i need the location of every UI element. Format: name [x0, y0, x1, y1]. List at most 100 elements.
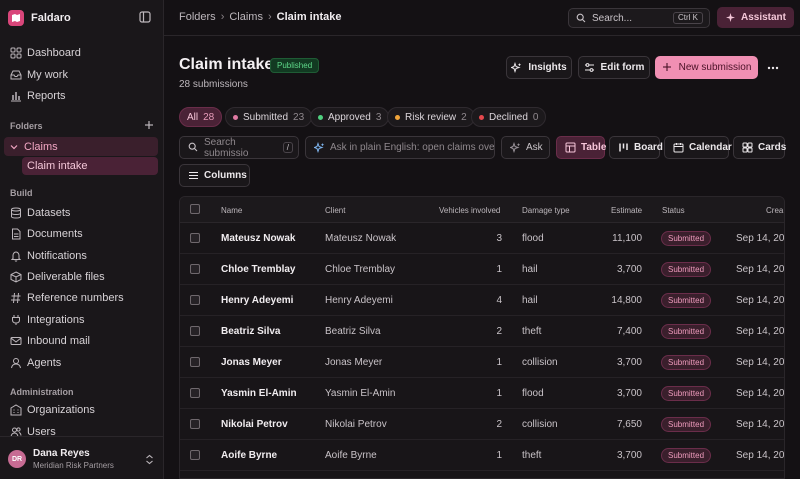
column-header-created[interactable]: Crea — [766, 206, 783, 215]
table-row[interactable]: Nikolai Petrov Nikolai Petrov 2 collision 7,… — [180, 409, 784, 440]
cell-name[interactable]: Henry Adeyemi — [221, 295, 293, 306]
row-checkbox[interactable] — [190, 233, 200, 243]
table-row[interactable]: Yasmin El-Amin Yasmin El-Amin 1 flood 3,700 S… — [180, 378, 785, 409]
column-header-vehicles[interactable]: Vehicles involved — [439, 206, 500, 215]
cell-name[interactable]: Nikolai Petrov — [221, 419, 288, 430]
status-tab-count: 0 — [532, 111, 539, 123]
view-board-button[interactable]: Board — [609, 136, 663, 159]
view-table-button[interactable]: Table — [556, 136, 606, 159]
status-badge: Submitted — [661, 293, 712, 308]
cell-name[interactable]: Yasmin El-Amin — [221, 388, 297, 399]
cell-name[interactable]: Jonas Meyer — [221, 357, 282, 368]
sidebar-item-my-work[interactable]: My work — [0, 65, 163, 85]
ask-input[interactable]: Ask in plain English: open claims over — [305, 136, 495, 159]
sidebar-item-label: Deliverable files — [27, 271, 105, 283]
table-row[interactable]: Beatriz Silva Beatriz Silva 2 theft 7,400 Sub… — [180, 316, 784, 347]
row-checkbox[interactable] — [190, 450, 200, 460]
add-folder-icon[interactable] — [144, 120, 154, 130]
sidebar-item-notifications[interactable]: Notifications — [0, 246, 163, 266]
status-tab-label: Risk review — [405, 111, 457, 123]
status-tab-label: Submitted — [243, 111, 289, 123]
user-menu[interactable]: DR Dana Reyes Meridian Risk Partners — [0, 436, 163, 479]
cell-created: Sep 14, 20 — [736, 388, 785, 399]
database-icon — [10, 207, 22, 219]
new-submission-button[interactable]: New submission — [655, 56, 758, 79]
select-all-checkbox[interactable] — [190, 204, 200, 214]
column-header-damage-type[interactable]: Damage type — [522, 206, 570, 215]
cell-estimate: 14,800 — [611, 295, 642, 306]
status-tab-risk-review[interactable]: Risk review 2 — [387, 107, 475, 127]
cell-created: Sep 14, 20 — [736, 450, 785, 461]
ask-placeholder: Ask in plain English: open claims over — [330, 142, 494, 153]
sidebar-item-reference-numbers[interactable]: Reference numbers — [0, 288, 163, 308]
cell-name[interactable]: Chloe Tremblay — [221, 264, 295, 275]
mail-icon — [10, 335, 22, 347]
folder-claims[interactable]: Claims — [4, 137, 158, 156]
view-cards-button[interactable]: Cards — [733, 136, 786, 159]
cell-vehicles: 1 — [496, 357, 502, 368]
sidebar-item-inbound-mail[interactable]: Inbound mail — [0, 331, 163, 351]
ask-button[interactable]: Ask — [501, 136, 550, 159]
column-header-status[interactable]: Status — [662, 206, 685, 215]
breadcrumb-claims[interactable]: Claims — [229, 11, 263, 23]
edit-form-button[interactable]: Edit form — [578, 56, 650, 79]
column-header-client[interactable]: Client — [325, 206, 345, 215]
folder-item-claim-intake[interactable]: Claim intake — [22, 157, 158, 175]
table-row[interactable]: Chloe Tremblay Chloe Tremblay 1 hail 3,700 Su… — [180, 254, 784, 285]
insights-button[interactable]: Insights — [506, 56, 572, 79]
sidebar-item-documents[interactable]: Documents — [0, 224, 163, 244]
status-badge: Submitted — [661, 324, 712, 339]
row-checkbox[interactable] — [190, 419, 200, 429]
status-badge: Submitted — [661, 386, 712, 401]
sidebar-item-deliverable-files[interactable]: Deliverable files — [0, 267, 163, 287]
sidebar-collapse-icon[interactable] — [139, 11, 153, 25]
brand[interactable]: Faldaro — [8, 8, 71, 28]
search-icon — [188, 142, 199, 153]
status-tab-submitted[interactable]: Submitted 23 — [225, 107, 313, 127]
submission-search-input[interactable]: Search submissio / — [179, 136, 299, 159]
status-tab-declined[interactable]: Declined 0 — [471, 107, 547, 127]
table-row[interactable]: Aoife Byrne Aoife Byrne 1 theft 3,700 Submitt… — [180, 440, 785, 471]
status-badge: Submitted — [661, 417, 712, 432]
table-row[interactable]: Mateusz Nowak Mateusz Nowak 3 flood 11,100 Su… — [180, 223, 784, 254]
breadcrumb-folders[interactable]: Folders — [179, 11, 216, 23]
status-tab-label: Approved — [328, 111, 371, 123]
cell-estimate: 11,100 — [612, 233, 642, 244]
status-tab-all[interactable]: All 28 — [179, 107, 223, 127]
sidebar-item-organizations[interactable]: Organizations — [0, 400, 163, 420]
status-tab-approved[interactable]: Approved 3 — [310, 107, 390, 127]
sidebar-item-label: Inbound mail — [27, 335, 90, 347]
table-row[interactable]: Henry Adeyemi Henry Adeyemi 4 hail 14,800 Sub… — [180, 285, 784, 316]
status-badge: Submitted — [661, 448, 712, 463]
row-checkbox[interactable] — [190, 357, 200, 367]
cell-client: Henry Adeyemi — [325, 295, 393, 306]
sidebar-item-reports[interactable]: Reports — [0, 86, 163, 106]
column-header-estimate[interactable]: Estimate — [611, 206, 642, 215]
status-tab-label: All — [187, 111, 199, 123]
sidebar-item-datasets[interactable]: Datasets — [0, 203, 163, 223]
cell-name[interactable]: Beatriz Silva — [221, 326, 280, 337]
row-checkbox[interactable] — [190, 264, 200, 274]
plus-icon — [662, 62, 673, 73]
column-header-name[interactable]: Name — [221, 206, 242, 215]
columns-button[interactable]: Columns — [179, 164, 250, 187]
more-options-icon[interactable] — [765, 60, 781, 76]
search-placeholder: Search... — [592, 12, 633, 24]
cell-name[interactable]: Mateusz Nowak — [221, 233, 295, 244]
table-row[interactable]: Jonas Meyer Jonas Meyer 1 collision 3,700 Sub… — [180, 347, 784, 378]
sidebar-item-label: Datasets — [27, 207, 71, 219]
submission-count: 28 submissions — [179, 79, 248, 90]
view-calendar-button[interactable]: Calendar — [664, 136, 732, 159]
view-label: Board — [634, 142, 663, 153]
assistant-button[interactable]: Assistant — [717, 7, 794, 28]
row-checkbox[interactable] — [190, 295, 200, 305]
row-checkbox[interactable] — [190, 388, 200, 398]
sidebar-item-agents[interactable]: Agents — [0, 353, 163, 373]
row-checkbox[interactable] — [190, 326, 200, 336]
cell-name[interactable]: Aoife Byrne — [221, 450, 277, 461]
global-search-input[interactable]: Search... Ctrl K — [568, 8, 710, 28]
cell-estimate: 3,700 — [616, 450, 642, 461]
brand-name: Faldaro — [31, 12, 71, 24]
sidebar-item-integrations[interactable]: Integrations — [0, 310, 163, 330]
sidebar-item-dashboard[interactable]: Dashboard — [0, 43, 163, 63]
